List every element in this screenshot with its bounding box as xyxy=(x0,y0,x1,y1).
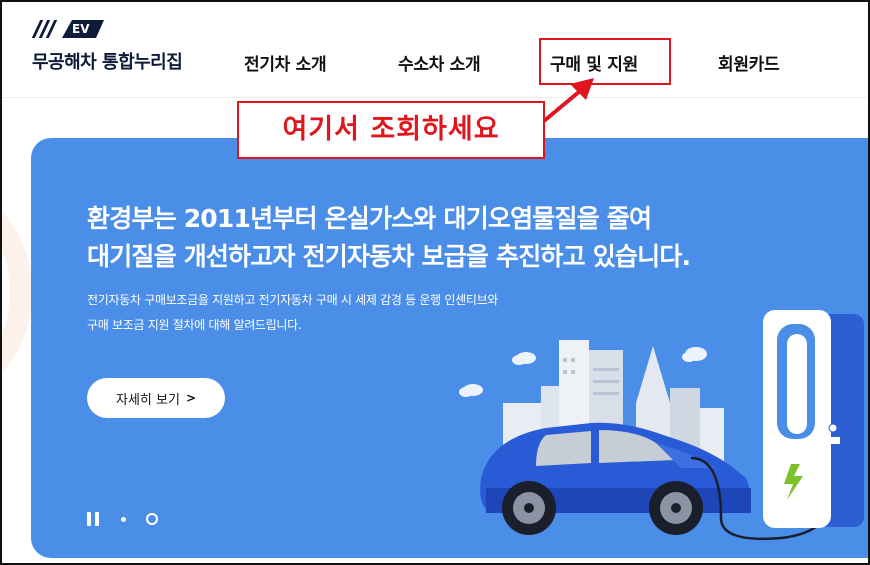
chevron-right-icon: > xyxy=(185,391,196,405)
detail-button-label: 자세히 보기 xyxy=(116,392,180,408)
hero-title-line2: 대기질을 개선하고자 전기자동차 보급을 추진하고 있습니다. xyxy=(87,242,691,271)
hero-desc-line1: 전기자동차 구매보조금을 지원하고 전기자동차 구매 시 세제 감경 등 운행 … xyxy=(87,293,499,307)
nav-item-member-card[interactable]: 회원카드 xyxy=(718,50,780,75)
annotation-callout: 여기서 조회하세요 xyxy=(237,101,545,159)
slider-controls xyxy=(87,512,158,526)
main-nav: 전기차 소개 수소차 소개 구매 및 지원 회원카드 xyxy=(2,50,868,75)
decorative-arc xyxy=(2,192,32,392)
hero-title-line1: 환경부는 2011년부터 온실가스와 대기오염물질을 줄여 xyxy=(87,204,652,233)
page-frame: EV 무공해차 통합누리집 전기차 소개 수소차 소개 구매 및 지원 회원카드… xyxy=(0,0,870,565)
hero-description: 전기자동차 구매보조금을 지원하고 전기자동차 구매 시 세제 감경 등 운행 … xyxy=(87,288,498,338)
hero-banner: 환경부는 2011년부터 온실가스와 대기오염물질을 줄여 대기질을 개선하고자… xyxy=(31,138,868,558)
ev-logo-mark: EV xyxy=(31,20,182,38)
slide-dot-1[interactable] xyxy=(121,516,126,522)
header-divider xyxy=(2,97,868,98)
nav-item-ev-intro[interactable]: 전기차 소개 xyxy=(244,50,327,75)
hero-desc-line2: 구매 보조금 지원 절차에 대해 알려드립니다. xyxy=(87,318,302,332)
ev-badge: EV xyxy=(62,20,104,38)
annotation-text: 여기서 조회하세요 xyxy=(282,114,500,145)
nav-item-hydrogen-intro[interactable]: 수소차 소개 xyxy=(398,50,481,75)
logo-slashes xyxy=(31,20,62,38)
detail-button[interactable]: 자세히 보기 > xyxy=(87,378,225,418)
pause-icon[interactable] xyxy=(87,512,99,526)
ev-charging-illustration xyxy=(459,310,864,540)
slide-dot-2[interactable] xyxy=(146,513,158,525)
hero-title: 환경부는 2011년부터 온실가스와 대기오염물질을 줄여 대기질을 개선하고자… xyxy=(87,200,691,276)
